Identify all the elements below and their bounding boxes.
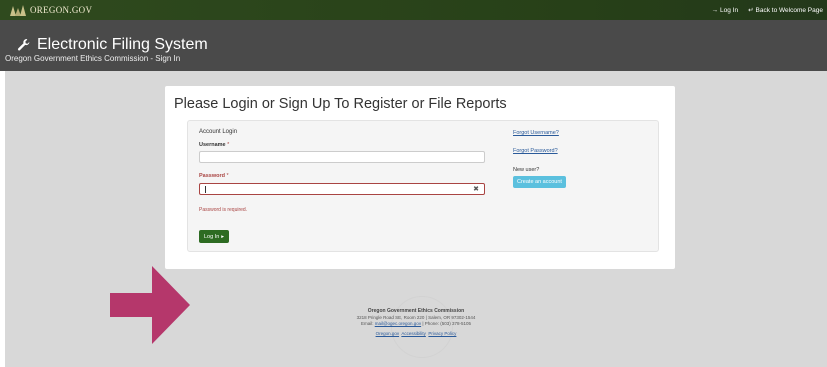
footer-link-accessibility[interactable]: Accessibility [401,331,426,336]
back-to-welcome-link[interactable]: ↵ Back to Welcome Page [748,6,823,15]
footer-email-link[interactable]: mail@ogec.oregon.gov [375,321,421,326]
footer-email-label: Email: [360,321,374,326]
password-input[interactable]: ✖ [199,183,485,195]
account-login-form: Account Login Username * Password * ✖ Pa… [187,120,659,252]
sign-in-icon: → [711,6,719,14]
username-required-mark: * [227,142,230,148]
app-header: Electronic Filing System [0,20,827,71]
new-user-text: New user? [513,167,540,173]
forgot-username-link[interactable]: Forgot Username? [513,130,559,136]
account-login-heading: Account Login [199,129,238,135]
logo-text: OREGON.GOV [30,5,93,15]
login-button[interactable]: Log In ▸ [199,230,230,243]
password-label-text: Password [199,173,225,179]
forgot-password-link[interactable]: Forgot Password? [513,148,558,154]
password-required-mark: * [226,173,229,179]
text-caret [205,186,206,193]
footer-phone: | Phone: (503) 378-5105 [422,321,472,326]
username-input[interactable] [199,151,485,163]
app-title: Electronic Filing System [17,36,208,54]
login-button-label: Log In [204,233,220,240]
back-icon: ↵ [748,7,754,14]
clear-x-icon[interactable]: ✖ [473,185,479,194]
app-title-text: Electronic Filing System [37,36,208,53]
panel-title: Please Login or Sign Up To Register or F… [174,96,507,112]
top-nav: → Log In ↵ Back to Welcome Page [712,0,823,20]
back-link-label: Back to Welcome Page [755,6,823,14]
caret-right-icon: ▸ [221,233,225,240]
login-panel: Please Login or Sign Up To Register or F… [165,86,675,269]
footer-link-privacy-policy[interactable]: Privacy Policy [428,331,456,336]
create-account-button[interactable]: Create an account [513,176,566,188]
footer-link-oregon-gov[interactable]: Oregon.gov [376,331,400,336]
password-label: Password * [199,173,229,179]
page-subtitle: Oregon Government Ethics Commission - Si… [5,54,181,63]
username-label-text: Username [199,142,226,148]
main-area: Please Login or Sign Up To Register or F… [5,71,827,367]
tree-logo-icon [10,5,26,16]
oregon-gov-logo[interactable]: OREGON.GOV [6,2,92,18]
annotation-arrow-icon [110,266,190,344]
top-bar: OREGON.GOV → Log In ↵ Back to Welcome Pa… [0,0,827,20]
password-error-message: Password is required. [199,207,248,213]
wrench-icon [17,39,30,51]
username-label: Username * [199,142,229,148]
login-link-label: Log In [720,6,739,14]
login-link[interactable]: → Log In [712,7,739,14]
